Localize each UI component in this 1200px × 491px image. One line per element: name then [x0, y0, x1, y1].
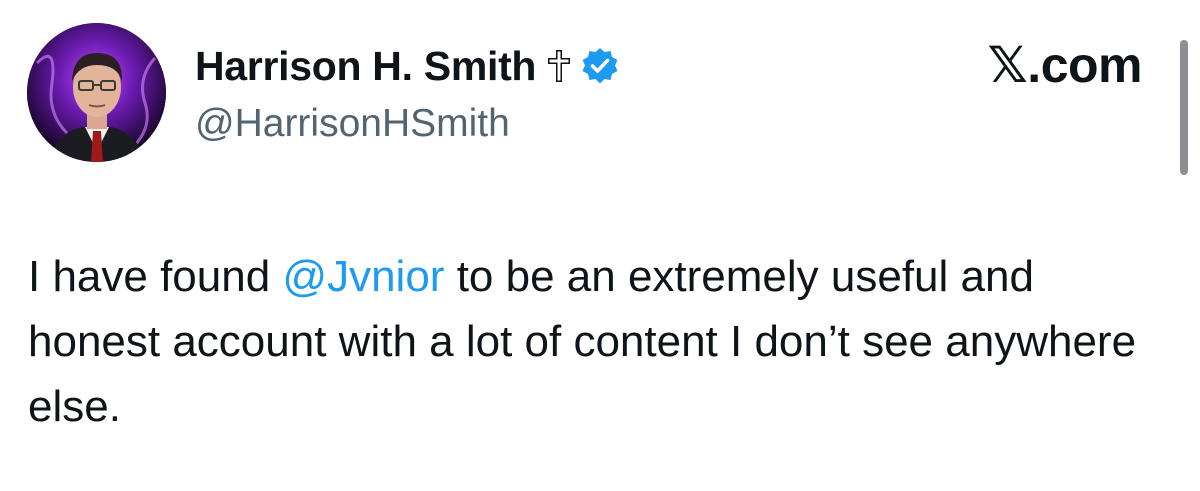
scrollbar[interactable] [1180, 40, 1188, 175]
tweet-card: Harrison H. Smith @HarrisonHSmith 𝕏.com … [0, 0, 1200, 491]
mention-link[interactable]: @Jvnior [282, 252, 444, 301]
display-name[interactable]: Harrison H. Smith [195, 43, 536, 90]
latin-cross-icon [546, 48, 572, 84]
x-logo-icon: 𝕏 [987, 36, 1028, 94]
display-name-row: Harrison H. Smith [195, 38, 620, 94]
tweet-text-before-mention: I have found [28, 252, 283, 301]
avatar[interactable] [27, 23, 166, 162]
tweet-text: I have found @Jvnior to be an extremely … [28, 244, 1178, 439]
brand-domain: 𝕏.com [988, 36, 1143, 94]
verified-badge-icon[interactable] [580, 46, 620, 86]
avatar-image [27, 23, 166, 162]
handle[interactable]: @HarrisonHSmith [195, 102, 510, 146]
brand-domain-suffix: .com [1027, 37, 1142, 93]
